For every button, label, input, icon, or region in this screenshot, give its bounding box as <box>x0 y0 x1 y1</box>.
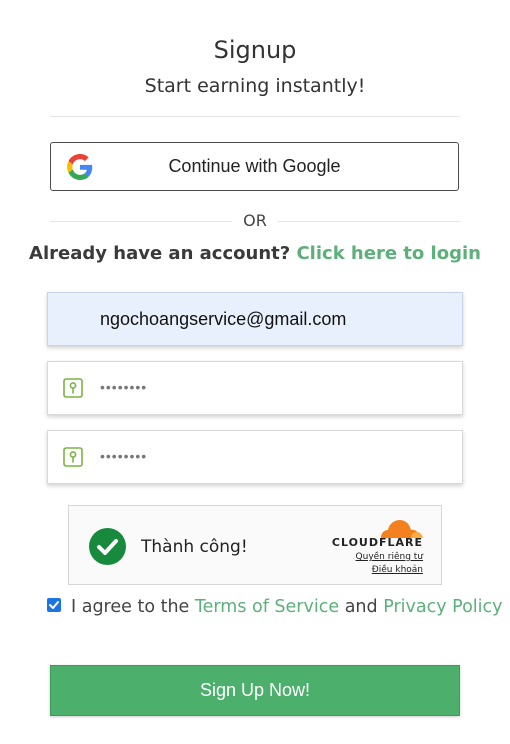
email-field[interactable]: ngochoangservice@gmail.com <box>47 292 463 346</box>
agree-prefix: I agree to the <box>71 597 190 617</box>
login-prompt-text: Already have an account? <box>29 243 291 264</box>
captcha-privacy-link[interactable]: Quyền riêng tư <box>356 552 423 562</box>
captcha-terms-link[interactable]: Điều khoản <box>372 565 423 575</box>
password-field[interactable]: •••••••• <box>47 361 463 415</box>
cloudflare-brand: CLOUDFLARE <box>331 536 423 549</box>
cloudflare-captcha-widget: Thành công! CLOUDFLARE Quyền riêng tư Đi… <box>68 505 442 585</box>
lock-icon <box>63 378 83 398</box>
page-title: Signup <box>213 36 297 64</box>
email-value: ngochoangservice@gmail.com <box>100 309 347 329</box>
confirm-password-field[interactable]: •••••••• <box>47 430 463 484</box>
login-link[interactable]: Click here to login <box>296 243 480 264</box>
captcha-status: Thành công! <box>141 537 248 557</box>
or-divider: OR <box>50 210 460 230</box>
divider-line <box>50 116 460 117</box>
terms-agreement: I agree to the Terms of Service and Priv… <box>47 597 502 619</box>
sign-up-button-label: Sign Up Now! <box>199 680 311 700</box>
success-check-icon <box>89 528 126 565</box>
sign-up-button[interactable]: Sign Up Now! <box>50 665 460 716</box>
page-subtitle: Start earning instantly! <box>144 75 366 97</box>
continue-with-google-button[interactable]: Continue with Google <box>50 142 459 191</box>
google-button-label: Continue with Google <box>168 156 341 176</box>
agree-and: and <box>344 597 378 617</box>
agree-checkbox[interactable] <box>47 598 61 612</box>
lock-icon <box>63 447 83 467</box>
confirm-password-mask: •••••••• <box>100 448 148 464</box>
login-prompt: Already have an account? Click here to l… <box>0 243 510 264</box>
privacy-policy-link[interactable]: Privacy Policy <box>383 597 502 617</box>
or-line-right <box>278 221 460 222</box>
terms-of-service-link[interactable]: Terms of Service <box>195 597 339 617</box>
password-mask: •••••••• <box>100 379 148 395</box>
agree-text: I agree to the Terms of Service and Priv… <box>71 597 502 617</box>
